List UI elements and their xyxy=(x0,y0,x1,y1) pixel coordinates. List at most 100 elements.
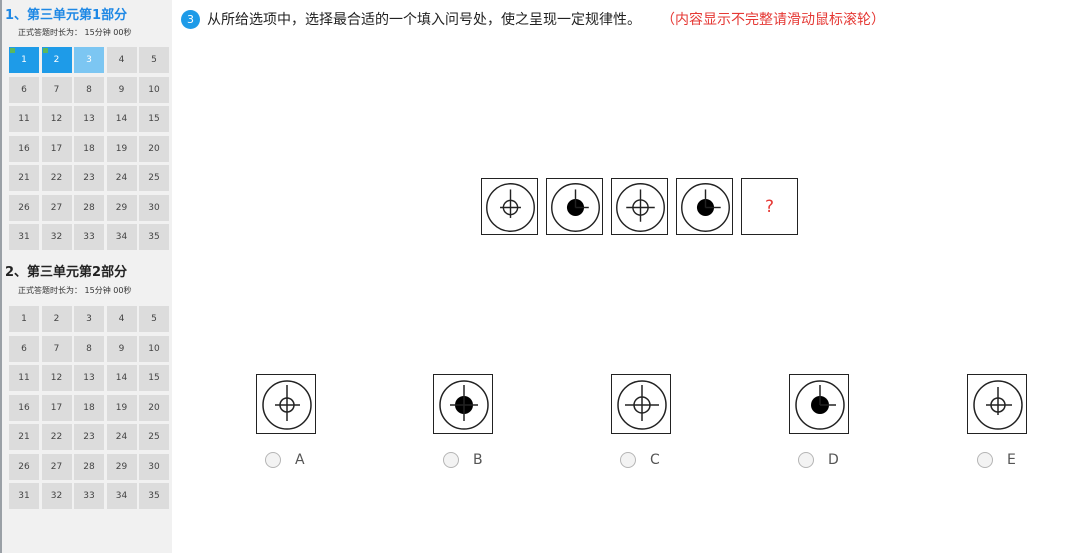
question-cell[interactable]: 30 xyxy=(139,194,169,221)
question-cell[interactable]: 26 xyxy=(9,453,39,480)
option-d[interactable]: D xyxy=(798,452,839,468)
question-cell[interactable]: 30 xyxy=(139,453,169,480)
question-cell[interactable]: 18 xyxy=(74,394,104,421)
question-cell[interactable]: 20 xyxy=(139,394,169,421)
option-e-radio[interactable] xyxy=(977,452,993,468)
option-a-figure[interactable] xyxy=(256,374,316,434)
question-cell[interactable]: 8 xyxy=(74,335,104,362)
question-cell[interactable]: 10 xyxy=(139,76,169,103)
question-cell-number: 26 xyxy=(18,202,30,213)
question-cell[interactable]: 9 xyxy=(106,76,137,103)
option-c-label[interactable]: C xyxy=(650,452,660,468)
question-cell[interactable]: 8 xyxy=(74,76,104,103)
option-c-radio[interactable] xyxy=(620,452,636,468)
question-cell[interactable]: 22 xyxy=(41,424,72,450)
question-cell[interactable]: 15 xyxy=(139,106,169,132)
question-cell[interactable]: 27 xyxy=(41,194,72,221)
option-e-figure[interactable] xyxy=(967,374,1027,434)
question-cell[interactable]: 34 xyxy=(106,483,137,509)
question-cell[interactable]: 4 xyxy=(106,47,137,73)
question-cell[interactable]: 6 xyxy=(9,335,39,362)
question-cell[interactable]: 25 xyxy=(139,424,169,450)
question-cell[interactable]: 3 xyxy=(74,47,104,73)
question-cell[interactable]: 26 xyxy=(9,194,39,221)
option-a-label[interactable]: A xyxy=(295,452,305,468)
question-cell-number: 22 xyxy=(50,173,63,183)
question-cell[interactable]: 6 xyxy=(9,76,39,103)
option-e[interactable]: E xyxy=(977,452,1016,468)
question-cell[interactable]: 16 xyxy=(9,394,39,421)
question-cell[interactable]: 28 xyxy=(74,453,104,480)
question-cell[interactable]: 32 xyxy=(41,483,72,509)
question-cell[interactable]: 23 xyxy=(74,424,104,450)
question-cell-number: 10 xyxy=(148,343,160,354)
question-cell[interactable]: 33 xyxy=(74,224,104,250)
question-cell[interactable]: 33 xyxy=(74,483,104,509)
question-cell[interactable]: 28 xyxy=(74,194,104,221)
question-cell[interactable]: 11 xyxy=(9,365,39,391)
question-cell[interactable]: 19 xyxy=(106,135,137,162)
question-cell[interactable]: 4 xyxy=(106,306,137,332)
sequence-figure-1 xyxy=(481,178,538,235)
question-cell[interactable]: 12 xyxy=(41,365,72,391)
option-b[interactable]: B xyxy=(443,452,483,468)
question-cell[interactable]: 32 xyxy=(41,224,72,250)
question-cell[interactable]: 1 xyxy=(9,47,39,73)
option-b-label[interactable]: B xyxy=(473,452,483,468)
question-cell[interactable]: 35 xyxy=(139,483,169,509)
question-cell[interactable]: 12 xyxy=(41,106,72,132)
option-e-label[interactable]: E xyxy=(1007,452,1016,468)
option-d-figure[interactable] xyxy=(789,374,849,434)
option-a-radio[interactable] xyxy=(265,452,281,468)
question-cell[interactable]: 15 xyxy=(139,365,169,391)
question-cell[interactable]: 35 xyxy=(139,224,169,250)
question-cell[interactable]: 11 xyxy=(9,106,39,132)
question-cell[interactable]: 24 xyxy=(106,424,137,450)
question-cell[interactable]: 2 xyxy=(41,47,72,73)
option-d-radio[interactable] xyxy=(798,452,814,468)
question-cell[interactable]: 1 xyxy=(9,306,39,332)
question-cell[interactable]: 29 xyxy=(106,453,137,480)
question-cell[interactable]: 7 xyxy=(41,335,72,362)
question-cell-number: 18 xyxy=(83,143,95,154)
question-cell[interactable]: 5 xyxy=(139,47,169,73)
question-cell[interactable]: 16 xyxy=(9,135,39,162)
question-cell[interactable]: 14 xyxy=(106,365,137,391)
question-cell[interactable]: 31 xyxy=(9,224,39,250)
option-b-figure[interactable] xyxy=(433,374,493,434)
question-cell[interactable]: 34 xyxy=(106,224,137,250)
question-cell[interactable]: 22 xyxy=(41,165,72,191)
question-cell[interactable]: 20 xyxy=(139,135,169,162)
question-cell[interactable]: 2 xyxy=(41,306,72,332)
question-cell[interactable]: 25 xyxy=(139,165,169,191)
question-cell[interactable]: 17 xyxy=(41,135,72,162)
question-cell[interactable]: 7 xyxy=(41,76,72,103)
option-c[interactable]: C xyxy=(620,452,660,468)
question-cell[interactable]: 21 xyxy=(9,165,39,191)
question-cell[interactable]: 10 xyxy=(139,335,169,362)
question-cell-number: 15 xyxy=(148,114,160,124)
question-cell[interactable]: 13 xyxy=(74,365,104,391)
question-cell[interactable]: 14 xyxy=(106,106,137,132)
question-cell[interactable]: 13 xyxy=(74,106,104,132)
question-cell[interactable]: 5 xyxy=(139,306,169,332)
question-cell[interactable]: 21 xyxy=(9,424,39,450)
question-cell[interactable]: 19 xyxy=(106,394,137,421)
question-cell[interactable]: 24 xyxy=(106,165,137,191)
question-cell[interactable]: 23 xyxy=(74,165,104,191)
question-cell[interactable]: 31 xyxy=(9,483,39,509)
option-d-label[interactable]: D xyxy=(828,452,839,468)
question-cell-number: 6 xyxy=(21,343,27,354)
question-cell[interactable]: 18 xyxy=(74,135,104,162)
section-2-title[interactable]: 2、第三单元第2部分 xyxy=(0,261,127,280)
section-1-title[interactable]: 1、第三单元第1部分 xyxy=(0,4,127,23)
question-cell[interactable]: 27 xyxy=(41,453,72,480)
option-c-figure[interactable] xyxy=(611,374,671,434)
question-cell[interactable]: 17 xyxy=(41,394,72,421)
question-cell[interactable]: 29 xyxy=(106,194,137,221)
question-cell[interactable]: 3 xyxy=(74,306,104,332)
question-cell[interactable]: 9 xyxy=(106,335,137,362)
option-b-radio[interactable] xyxy=(443,452,459,468)
option-a[interactable]: A xyxy=(265,452,305,468)
section-1-question-grid: 1 2 3 4 5 6 7 8 9 10 11 12 13 14 15 16 17 18 19 20 21 22 23 24 2… xyxy=(0,47,169,250)
